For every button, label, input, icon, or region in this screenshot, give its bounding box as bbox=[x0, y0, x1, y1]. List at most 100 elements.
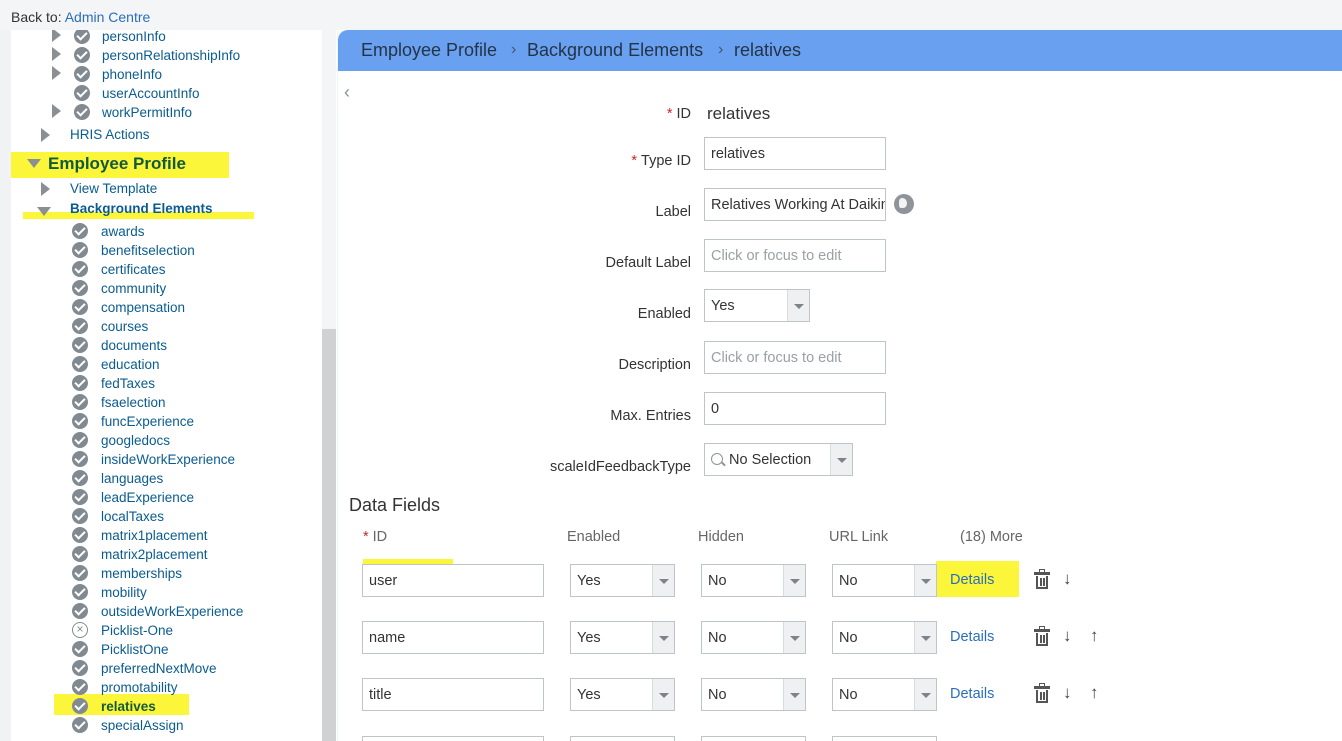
expand-hris-actions-icon[interactable] bbox=[41, 128, 50, 142]
check-circle-icon bbox=[74, 47, 90, 63]
arrow-up-icon[interactable]: ↑ bbox=[1090, 626, 1099, 646]
tree-item-relatives[interactable]: relatives bbox=[101, 697, 156, 716]
dropdown-arrow-icon[interactable] bbox=[787, 290, 809, 321]
trash-icon[interactable] bbox=[1034, 683, 1050, 703]
tree-item-matrix2placement[interactable]: matrix2placement bbox=[101, 545, 208, 564]
tree-item-employee-profile[interactable]: Employee Profile bbox=[48, 154, 186, 173]
field-enabled-select[interactable] bbox=[570, 736, 675, 741]
dropdown-arrow-icon[interactable] bbox=[914, 679, 936, 710]
description-input[interactable]: Click or focus to edit bbox=[704, 341, 886, 374]
tree-item-benefitselection[interactable]: benefitselection bbox=[101, 241, 195, 260]
trash-icon[interactable] bbox=[1034, 569, 1050, 589]
expand-icon[interactable] bbox=[52, 30, 61, 42]
tree-item-compensation[interactable]: compensation bbox=[101, 298, 185, 317]
arrow-down-icon[interactable]: ↓ bbox=[1063, 626, 1072, 646]
check-circle-icon bbox=[72, 356, 88, 372]
field-url-link-select[interactable] bbox=[832, 736, 937, 741]
breadcrumb-background-elements[interactable]: Background Elements bbox=[527, 40, 703, 61]
tree-item[interactable]: personRelationshipInfo bbox=[102, 46, 240, 65]
field-id-input[interactable]: name bbox=[362, 621, 544, 654]
tree-item-label: localTaxes bbox=[101, 509, 165, 524]
tree-item-picklist-one[interactable]: Picklist-One bbox=[101, 621, 173, 640]
arrow-down-icon[interactable]: ↓ bbox=[1063, 683, 1072, 703]
dropdown-arrow-icon[interactable] bbox=[652, 565, 674, 596]
tree-item-awards[interactable]: awards bbox=[101, 222, 145, 241]
field-enabled-select[interactable]: Yes bbox=[570, 564, 675, 597]
arrow-up-icon[interactable]: ↑ bbox=[1090, 683, 1099, 703]
field-enabled-select[interactable]: Yes bbox=[570, 678, 675, 711]
tree-item[interactable]: phoneInfo bbox=[102, 65, 162, 84]
field-url-link-select[interactable]: No bbox=[832, 564, 937, 597]
field-id-input[interactable]: user bbox=[362, 564, 544, 597]
details-link[interactable]: Details bbox=[950, 572, 994, 588]
dropdown-arrow-icon[interactable] bbox=[783, 679, 805, 710]
tree-item-fedtaxes[interactable]: fedTaxes bbox=[101, 374, 155, 393]
collapse-employee-profile-icon[interactable] bbox=[27, 159, 41, 168]
tree-item-documents[interactable]: documents bbox=[101, 336, 167, 355]
tree-item-community[interactable]: community bbox=[101, 279, 166, 298]
admin-centre-link[interactable]: Admin Centre bbox=[65, 9, 151, 25]
tree-item-certificates[interactable]: certificates bbox=[101, 260, 166, 279]
chevron-left-icon[interactable]: ‹ bbox=[344, 82, 350, 103]
max-entries-input[interactable]: 0 bbox=[704, 392, 886, 425]
tree-item-courses[interactable]: courses bbox=[101, 317, 148, 336]
tree-item-matrix1placement[interactable]: matrix1placement bbox=[101, 526, 208, 545]
tree-item-funcexperience[interactable]: funcExperience bbox=[101, 412, 194, 431]
tree-item[interactable]: workPermitInfo bbox=[102, 103, 192, 122]
dropdown-arrow-icon[interactable] bbox=[914, 565, 936, 596]
expand-icon[interactable] bbox=[52, 104, 61, 118]
check-circle-icon bbox=[72, 603, 88, 619]
tree-item-promotability[interactable]: promotability bbox=[101, 678, 178, 697]
scale-select[interactable]: No Selection bbox=[704, 443, 853, 476]
expand-view-template-icon[interactable] bbox=[41, 182, 50, 196]
field-hidden-select[interactable]: No bbox=[701, 621, 806, 654]
tree-item-fsaelection[interactable]: fsaelection bbox=[101, 393, 166, 412]
expand-icon[interactable] bbox=[52, 47, 61, 61]
tree-item-background-elements[interactable]: Background Elements bbox=[70, 199, 213, 218]
column-header-more[interactable]: (18) More bbox=[960, 529, 1023, 545]
field-enabled-select[interactable]: Yes bbox=[570, 621, 675, 654]
field-url-link-select[interactable]: No bbox=[832, 621, 937, 654]
tree-item-localtaxes[interactable]: localTaxes bbox=[101, 507, 164, 526]
dropdown-arrow-icon[interactable] bbox=[783, 622, 805, 653]
field-hidden-select[interactable] bbox=[701, 736, 806, 741]
dropdown-arrow-icon[interactable] bbox=[783, 565, 805, 596]
tree-item-hris-actions[interactable]: HRIS Actions bbox=[70, 125, 150, 144]
field-id-input[interactable] bbox=[362, 736, 544, 741]
dropdown-arrow-icon[interactable] bbox=[914, 622, 936, 653]
breadcrumb-employee-profile[interactable]: Employee Profile bbox=[361, 40, 497, 61]
tree-item-preferrednextmove[interactable]: preferredNextMove bbox=[101, 659, 217, 678]
tree-item-languages[interactable]: languages bbox=[101, 469, 163, 488]
details-link[interactable]: Details bbox=[950, 686, 994, 702]
tree-scrollbar[interactable] bbox=[322, 329, 336, 741]
trash-icon[interactable] bbox=[1034, 626, 1050, 646]
tree-item-picklistone[interactable]: PicklistOne bbox=[101, 640, 169, 659]
dropdown-arrow-icon[interactable] bbox=[652, 622, 674, 653]
globe-translate-icon[interactable] bbox=[894, 194, 914, 214]
type-id-input[interactable]: relatives bbox=[704, 137, 886, 170]
dropdown-arrow-icon[interactable] bbox=[652, 679, 674, 710]
field-hidden-select[interactable]: No bbox=[701, 564, 806, 597]
tree-item-googledocs[interactable]: googledocs bbox=[101, 431, 170, 450]
tree-item[interactable]: personInfo bbox=[102, 30, 166, 46]
expand-icon[interactable] bbox=[52, 66, 61, 80]
default-label-input[interactable]: Click or focus to edit bbox=[704, 239, 886, 272]
tree-item-view-template[interactable]: View Template bbox=[70, 179, 157, 198]
tree-item-education[interactable]: education bbox=[101, 355, 160, 374]
tree-item-outsideworkexperience[interactable]: outsideWorkExperience bbox=[101, 602, 243, 621]
tree-item-mobility[interactable]: mobility bbox=[101, 583, 147, 602]
enabled-select[interactable]: Yes bbox=[704, 289, 810, 322]
label-input[interactable]: Relatives Working At Daikin bbox=[704, 188, 886, 221]
tree-item-memberships[interactable]: memberships bbox=[101, 564, 182, 583]
collapse-background-elements-icon[interactable] bbox=[37, 207, 51, 216]
arrow-down-icon[interactable]: ↓ bbox=[1063, 569, 1072, 589]
field-hidden-select[interactable]: No bbox=[701, 678, 806, 711]
tree-item[interactable]: userAccountInfo bbox=[102, 84, 200, 103]
details-link[interactable]: Details bbox=[950, 629, 994, 645]
tree-item-insideworkexperience[interactable]: insideWorkExperience bbox=[101, 450, 235, 469]
field-id-input[interactable]: title bbox=[362, 678, 544, 711]
field-url-link-select[interactable]: No bbox=[832, 678, 937, 711]
dropdown-arrow-icon[interactable] bbox=[830, 444, 852, 475]
tree-item-leadexperience[interactable]: leadExperience bbox=[101, 488, 194, 507]
tree-item-specialassign[interactable]: specialAssign bbox=[101, 716, 184, 735]
